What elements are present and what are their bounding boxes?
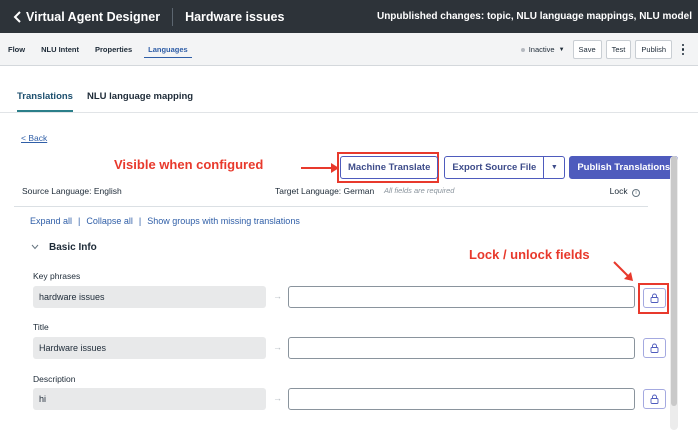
- collapse-all-link[interactable]: Collapse all: [86, 216, 133, 226]
- callout-lock-unlock: Lock / unlock fields: [469, 247, 590, 262]
- toolbar-actions: Inactive ▼ Save Test Publish: [520, 40, 688, 59]
- caret-down-icon: ▼: [550, 164, 558, 171]
- link-separator: |: [138, 216, 142, 226]
- test-button[interactable]: Test: [605, 40, 632, 59]
- source-field-key-phrases: hardware issues: [33, 286, 266, 308]
- export-source-file-button[interactable]: Export Source File: [444, 156, 545, 179]
- lock-label: Lock: [609, 186, 628, 196]
- show-missing-link[interactable]: Show groups with missing translations: [147, 216, 300, 226]
- export-split-button: Export Source File ▼: [444, 156, 566, 179]
- unpublished-changes[interactable]: Unpublished changes: topic, NLU language…: [377, 0, 692, 33]
- back-chevron-icon[interactable]: [0, 0, 22, 33]
- target-input-title[interactable]: [288, 337, 635, 359]
- publish-button[interactable]: Publish: [635, 40, 672, 59]
- lock-icon: [650, 343, 659, 353]
- tabs-divider: [0, 112, 698, 113]
- topic-title: Hardware issues: [185, 9, 285, 24]
- language-row-divider: [14, 206, 648, 207]
- translation-actions: Machine Translate Export Source File ▼ P…: [340, 156, 679, 179]
- language-info-row: Source Language: English Target Language…: [22, 186, 648, 204]
- back-link[interactable]: < Back: [21, 133, 47, 143]
- export-options-button[interactable]: ▼: [544, 156, 566, 179]
- status-dot-icon: [520, 47, 525, 52]
- lock-toggle-key-phrases[interactable]: [643, 288, 666, 308]
- callout-visible-when-configured: Visible when configured: [114, 157, 264, 172]
- designer-tabs: Flow NLU Intent Properties Languages: [0, 33, 196, 66]
- more-menu-icon[interactable]: [678, 40, 688, 59]
- info-icon[interactable]: i: [632, 189, 640, 197]
- arrow-right-icon: →: [273, 393, 282, 403]
- tab-translations[interactable]: Translations: [17, 91, 73, 112]
- group-links: Expand all | Collapse all | Show groups …: [30, 216, 300, 226]
- language-tabs: Translations NLU language mapping: [0, 66, 698, 112]
- field-label-title: Title: [33, 322, 49, 332]
- source-language: Source Language: English: [22, 186, 122, 196]
- caret-down-icon: ▼: [558, 46, 565, 53]
- lock-toggle-description[interactable]: [643, 389, 666, 409]
- scrollbar-thumb[interactable]: [671, 156, 677, 406]
- arrow-right-icon: →: [273, 342, 282, 352]
- tab-properties[interactable]: Properties: [87, 33, 140, 66]
- tab-nlu-intent[interactable]: NLU Intent: [33, 33, 87, 66]
- top-bar: Virtual Agent Designer Hardware issues U…: [0, 0, 698, 33]
- lock-icon: [650, 293, 659, 303]
- status-label: Inactive: [528, 45, 555, 54]
- arrow-right-icon: →: [273, 291, 282, 301]
- app-title: Virtual Agent Designer: [26, 9, 161, 24]
- field-label-key-phrases: Key phrases: [33, 271, 81, 281]
- lock-column-header: Lock i: [610, 186, 640, 197]
- designer-toolbar: Flow NLU Intent Properties Languages Ina…: [0, 33, 698, 66]
- lock-icon: [650, 394, 659, 404]
- tab-languages[interactable]: Languages: [140, 33, 196, 66]
- group-title: Basic Info: [49, 242, 97, 253]
- lock-toggle-title[interactable]: [643, 338, 666, 358]
- target-language: Target Language: German: [275, 186, 375, 196]
- machine-translate-button[interactable]: Machine Translate: [340, 156, 439, 179]
- status-dropdown[interactable]: Inactive ▼: [520, 45, 565, 54]
- tab-nlu-language-mapping[interactable]: NLU language mapping: [87, 91, 193, 102]
- callout-arrow-right-icon: [301, 163, 339, 173]
- link-separator: |: [78, 216, 81, 226]
- group-header-basic-info[interactable]: Basic Info: [31, 242, 97, 253]
- source-field-title: Hardware issues: [33, 337, 266, 359]
- header-divider: [172, 7, 174, 26]
- field-label-description: Description: [33, 374, 76, 384]
- save-button[interactable]: Save: [572, 40, 602, 59]
- chevron-down-icon[interactable]: [31, 243, 39, 252]
- target-input-description[interactable]: [288, 388, 635, 410]
- required-note: All fields are required: [384, 186, 455, 195]
- expand-all-link[interactable]: Expand all: [30, 216, 72, 226]
- source-field-description: hi: [33, 388, 266, 410]
- callout-arrow-down-icon: [613, 261, 633, 281]
- publish-translations-button[interactable]: Publish Translations: [569, 156, 679, 179]
- tab-flow[interactable]: Flow: [0, 33, 33, 66]
- scrollbar[interactable]: [670, 156, 678, 430]
- target-input-key-phrases[interactable]: [288, 286, 635, 308]
